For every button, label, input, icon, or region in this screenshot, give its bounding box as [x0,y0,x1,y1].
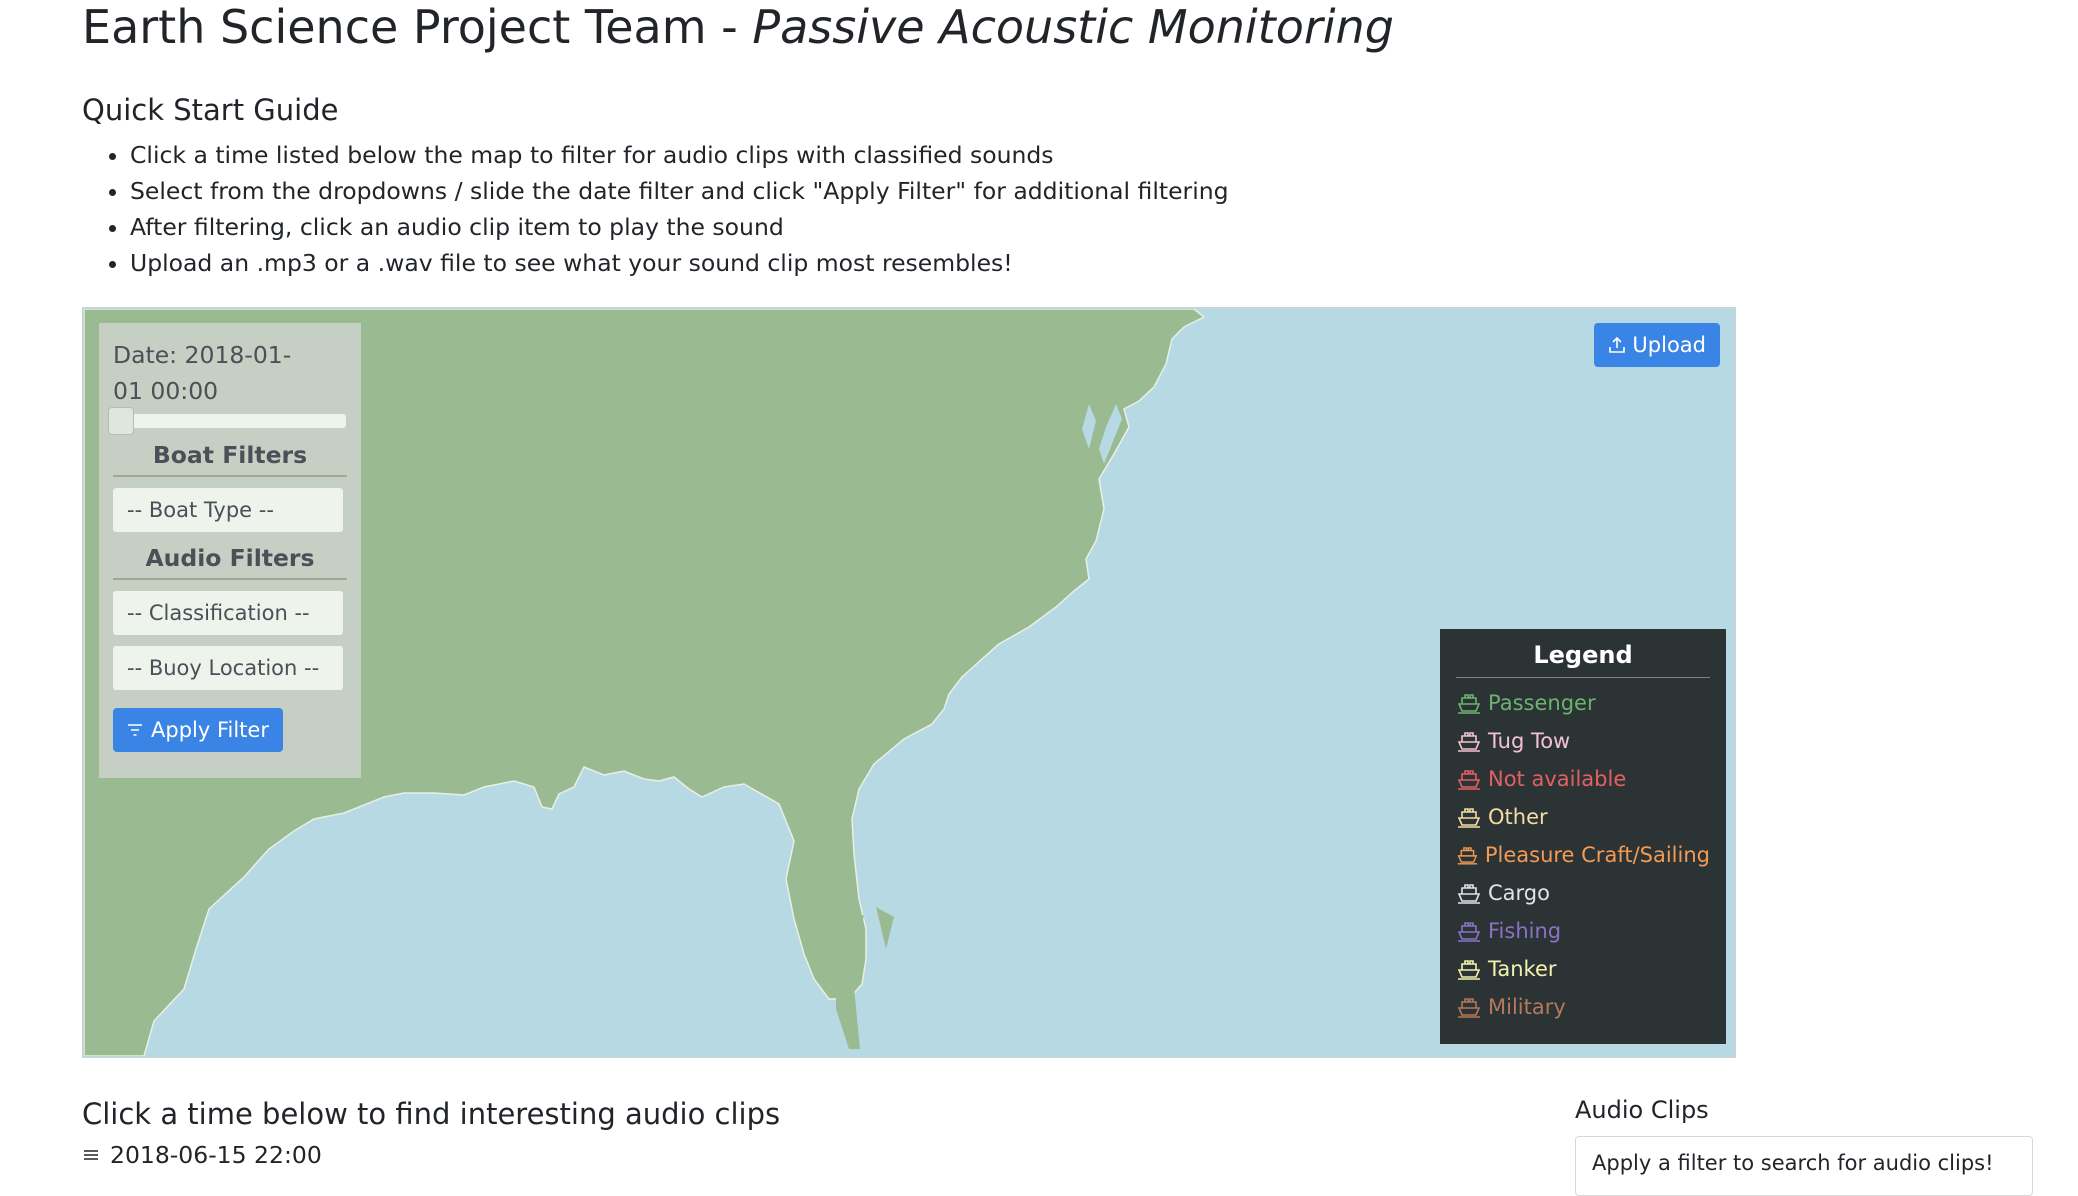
page-title-emphasis: Passive Acoustic Monitoring [752,0,1394,54]
classification-select[interactable]: -- Classification -- [113,591,343,635]
legend-item-label: Tug Tow [1488,729,1571,753]
legend-item: Cargo [1456,874,1710,912]
time-entry[interactable]: 2018-06-15 22:00 [82,1140,322,1170]
legend-item: Tug Tow [1456,722,1710,760]
time-entry-label: 2018-06-15 22:00 [110,1141,322,1169]
ship-icon [1457,884,1481,904]
ship-icon [1457,847,1478,865]
quick-start-heading: Quick Start Guide [82,93,339,127]
boat-filters-heading: Boat Filters [113,441,347,477]
page-title: Earth Science Project Team - Passive Aco… [82,0,1394,56]
quick-start-item: Click a time listed below the map to fil… [130,137,1229,173]
legend-item: Other [1456,798,1710,836]
legend-items: Passenger Tug Tow Not available Other Pleasu… [1456,684,1710,1026]
legend-item-label: Passenger [1488,691,1596,715]
date-label: Date: 2018-01-01 00:00 [113,341,292,405]
date-slider[interactable] [108,407,347,435]
legend-item-label: Other [1488,805,1548,829]
legend-item: Passenger [1456,684,1710,722]
legend-item-label: Military [1488,995,1566,1019]
page-title-prefix: Earth Science Project Team - [82,0,753,54]
upload-button[interactable]: Upload [1594,323,1720,367]
legend-item: Tanker [1456,950,1710,988]
boat-type-select[interactable]: -- Boat Type -- [113,488,343,532]
map[interactable]: Date: 2018-01-01 00:00 Boat Filters -- B… [82,307,1736,1058]
legend-title: Legend [1456,641,1710,678]
audio-clips-list: Apply a filter to search for audio clips… [1575,1136,2033,1196]
ship-icon [1457,808,1481,828]
legend-item-label: Cargo [1488,881,1550,905]
legend-item: Pleasure Craft/Sailing [1456,836,1710,874]
legend-item: Not available [1456,760,1710,798]
apply-filter-label: Apply Filter [151,718,269,742]
quick-start-item: Upload an .mp3 or a .wav file to see wha… [130,245,1229,281]
audio-clips-placeholder: Apply a filter to search for audio clips… [1592,1151,1994,1175]
legend-item-label: Tanker [1488,957,1557,981]
quick-start-list: Click a time listed below the map to fil… [82,137,1229,281]
ship-icon [1457,998,1481,1018]
ship-icon [1457,694,1481,714]
ship-icon [1457,732,1481,752]
audio-filters-heading: Audio Filters [113,544,347,580]
list-icon [84,1150,98,1160]
legend-item: Fishing [1456,912,1710,950]
ship-icon [1457,770,1481,790]
upload-label: Upload [1632,333,1706,357]
legend-item-label: Pleasure Craft/Sailing [1484,843,1710,867]
buoy-location-select[interactable]: -- Buoy Location -- [113,646,343,690]
date-slider-handle[interactable] [108,407,134,435]
legend: Legend Passenger Tug Tow Not available Othe… [1440,629,1726,1044]
ship-icon [1457,960,1481,980]
quick-start-item: After filtering, click an audio clip ite… [130,209,1229,245]
filter-panel: Date: 2018-01-01 00:00 Boat Filters -- B… [99,323,361,778]
ship-icon [1457,922,1481,942]
legend-item: Military [1456,988,1710,1026]
times-heading: Click a time below to find interesting a… [82,1097,781,1131]
audio-clips-heading: Audio Clips [1575,1096,1709,1124]
quick-start-item: Select from the dropdowns / slide the da… [130,173,1229,209]
legend-item-label: Fishing [1488,919,1562,943]
filter-icon [128,724,142,736]
legend-item-label: Not available [1488,767,1627,791]
upload-icon [1609,336,1626,353]
apply-filter-button[interactable]: Apply Filter [113,708,283,752]
